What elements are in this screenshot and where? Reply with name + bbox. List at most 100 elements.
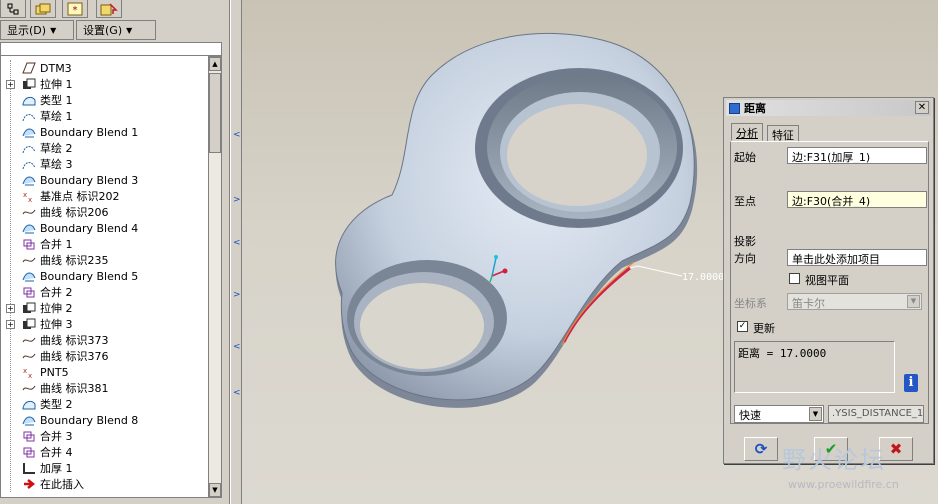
update-checkbox[interactable]: ✓	[737, 321, 748, 332]
tree-item[interactable]: Boundary Blend 8	[1, 412, 208, 428]
tree-item-label: 加厚 1	[40, 462, 73, 475]
tree-item[interactable]: 合并 3	[1, 428, 208, 444]
collapse-left-icon[interactable]: <	[233, 238, 241, 248]
svg-text:x: x	[28, 196, 32, 202]
mode-select[interactable]: 快速 ▼	[734, 405, 824, 423]
svg-text:x: x	[23, 191, 27, 199]
tree-menu-bar: 显示(D) ▼ 设置(G) ▼	[0, 20, 230, 40]
tree-item[interactable]: DTM3	[1, 60, 208, 76]
collapse-left-icon[interactable]: <	[233, 388, 241, 398]
scroll-down-button[interactable]: ▼	[209, 483, 221, 497]
panel-splitter[interactable]: < > < > < <	[230, 0, 242, 504]
folder-browser-tab[interactable]	[30, 0, 56, 18]
insert-here-arrow-icon	[21, 477, 37, 491]
type-icon	[21, 93, 37, 107]
from-field[interactable]: 边:F31(加厚_1)	[787, 147, 927, 164]
scroll-up-button[interactable]: ▲	[209, 57, 221, 71]
chevron-down-icon: ▼	[50, 25, 57, 35]
settings-menu-button[interactable]: 设置(G) ▼	[76, 20, 156, 40]
tree-item[interactable]: Boundary Blend 5	[1, 268, 208, 284]
tree-item-label: 曲线 标识206	[40, 206, 109, 219]
tree-item[interactable]: + 拉伸 3	[1, 316, 208, 332]
svg-text:*: *	[73, 5, 78, 16]
tree-item[interactable]: x x PNT5	[1, 364, 208, 380]
view-plane-checkbox[interactable]	[789, 273, 800, 284]
view-plane-label: 视图平面	[805, 274, 849, 287]
tree-item[interactable]: 草绘 3	[1, 156, 208, 172]
direction-field[interactable]: 单击此处添加项目	[787, 249, 927, 266]
expand-right-icon[interactable]: >	[233, 195, 241, 205]
collapse-left-icon[interactable]: <	[233, 130, 241, 140]
tree-item[interactable]: 类型 1	[1, 92, 208, 108]
tree-item[interactable]: 草绘 2	[1, 140, 208, 156]
boundary-blend-icon	[21, 221, 37, 235]
expand-toggle-icon[interactable]: +	[6, 319, 15, 329]
tree-item[interactable]: Boundary Blend 1	[1, 124, 208, 140]
curve-icon	[21, 333, 37, 347]
tree-item-label: 曲线 标识376	[40, 350, 109, 363]
tree-item[interactable]: + 拉伸 2	[1, 300, 208, 316]
scroll-thumb[interactable]	[209, 73, 221, 153]
tree-item-label: Boundary Blend 4	[40, 221, 139, 235]
tree-item-label: 拉伸 3	[40, 318, 73, 331]
forum-watermark: 野火论坛 www.proewildfire.cn	[740, 440, 938, 504]
model-tree-panel: * 显示(D) ▼ 设置(G) ▼ DTM3 + 拉伸 1 类型 1 草绘 1 Boundar…	[0, 0, 230, 504]
tree-item-label: 基准点 标识202	[40, 190, 120, 203]
expand-toggle-icon[interactable]: +	[6, 303, 15, 313]
info-icon[interactable]: i	[904, 374, 918, 392]
tree-item[interactable]: x x 基准点 标识202	[1, 188, 208, 204]
tree-item[interactable]: 合并 2	[1, 284, 208, 300]
tree-item[interactable]: 类型 2	[1, 396, 208, 412]
display-menu-label: 显示(D)	[7, 24, 47, 37]
to-field[interactable]: 边:F30(合并_4)	[787, 191, 927, 208]
tree-item[interactable]: 在此插入	[1, 476, 208, 492]
dialog-titlebar[interactable]: 距离 ✕	[726, 100, 931, 116]
tree-item[interactable]: 合并 1	[1, 236, 208, 252]
star-icon: *	[67, 2, 83, 16]
tree-item-label: Boundary Blend 3	[40, 173, 139, 187]
coord-system-select[interactable]: 笛卡尔 ▼	[787, 293, 922, 310]
tree-item[interactable]: 合并 4	[1, 444, 208, 460]
close-icon[interactable]: ✕	[915, 101, 929, 114]
tree-item[interactable]: Boundary Blend 4	[1, 220, 208, 236]
model-tree: DTM3 + 拉伸 1 类型 1 草绘 1 Boundary Blend 1 草绘 2 草绘 …	[0, 56, 208, 498]
expand-toggle-icon[interactable]: +	[6, 79, 15, 89]
tree-item[interactable]: Boundary Blend 3	[1, 172, 208, 188]
tree-item-label: 类型 1	[40, 94, 73, 107]
tab-feature[interactable]: 特征	[767, 125, 799, 142]
merge-icon	[21, 285, 37, 299]
datum-plane-icon	[21, 61, 37, 75]
curve-icon	[21, 381, 37, 395]
favorites-tab[interactable]: *	[62, 0, 88, 18]
projection-label: 投影	[734, 235, 756, 248]
tree-item-label: 拉伸 1	[40, 78, 73, 91]
tree-item[interactable]: 草绘 1	[1, 108, 208, 124]
tree-item[interactable]: 曲线 标识206	[1, 204, 208, 220]
chevron-down-icon: ▼	[907, 295, 920, 308]
analysis-name-field[interactable]: .YSIS_DISTANCE_1	[828, 405, 924, 423]
tree-item[interactable]: 曲线 标识381	[1, 380, 208, 396]
direction-label: 方向	[734, 252, 756, 265]
tab-analysis[interactable]: 分析	[731, 123, 763, 141]
tree-item[interactable]: 加厚 1	[1, 460, 208, 476]
tree-item-label: 曲线 标识373	[40, 334, 109, 347]
tree-item[interactable]: 曲线 标识373	[1, 332, 208, 348]
watermark-url: www.proewildfire.cn	[788, 478, 899, 491]
tree-item[interactable]: + 拉伸 1	[1, 76, 208, 92]
model-tree-tab[interactable]	[0, 0, 26, 18]
tree-item-label: 草绘 3	[40, 158, 73, 171]
tree-item-label: 类型 2	[40, 398, 73, 411]
result-box: 距离 = 17.0000	[734, 341, 895, 393]
from-label: 起始	[734, 151, 756, 164]
display-menu-button[interactable]: 显示(D) ▼	[0, 20, 74, 40]
tree-item-label: DTM3	[40, 61, 72, 75]
connections-tab[interactable]	[96, 0, 122, 18]
tree-item[interactable]: 曲线 标识376	[1, 348, 208, 364]
tree-item[interactable]: 曲线 标识235	[1, 252, 208, 268]
merge-icon	[21, 237, 37, 251]
expand-right-icon[interactable]: >	[233, 290, 241, 300]
collapse-left-icon[interactable]: <	[233, 342, 241, 352]
tree-item-label: 草绘 2	[40, 142, 73, 155]
sketch-icon	[21, 157, 37, 171]
tree-scrollbar[interactable]: ▲ ▼	[208, 56, 222, 498]
